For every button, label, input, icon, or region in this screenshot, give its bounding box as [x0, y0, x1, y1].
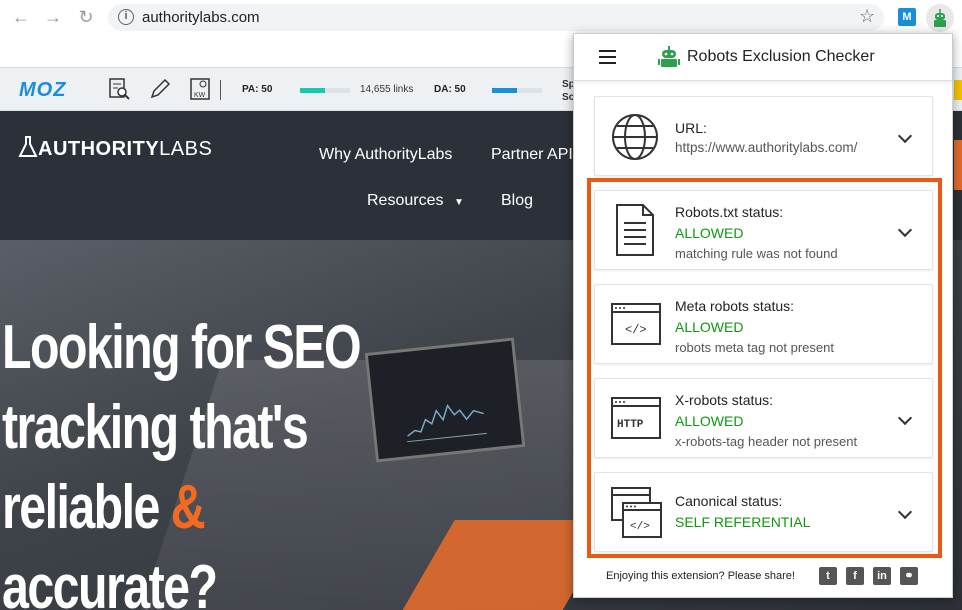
globe-icon [612, 114, 658, 160]
toolbar-divider [220, 80, 221, 100]
popup-title: Robots Exclusion Checker [687, 48, 875, 65]
page-analysis-icon[interactable] [107, 77, 131, 101]
hero-line-4: accurate? [2, 553, 218, 610]
canonical-title: Canonical status: [675, 493, 783, 509]
logo-bold-text: AUTHORITY [38, 138, 160, 160]
share-prompt: Enjoying this extension? Please share! [606, 570, 795, 582]
authoritylabs-logo[interactable]: AUTHORITYLABS [18, 136, 212, 161]
info-icon[interactable]: i [118, 9, 134, 25]
canonical-pages-icon: </> [611, 487, 662, 538]
x-robots-card[interactable]: HTTP X-robots status: ALLOWED x-robots-t… [594, 378, 933, 458]
chevron-down-icon[interactable] [897, 504, 913, 520]
facebook-icon[interactable]: f [846, 567, 864, 585]
hero-line-3: reliable & [2, 468, 470, 548]
hero-line-2: tracking that's [2, 393, 309, 462]
chevron-down-icon[interactable] [897, 410, 913, 426]
meta-robots-status: ALLOWED [675, 319, 744, 335]
x-robots-status: ALLOWED [675, 413, 744, 429]
caret-down-icon: ▼ [453, 197, 464, 208]
bookmark-star-icon[interactable]: ☆ [859, 6, 875, 27]
canonical-code-glyph: </> [630, 521, 650, 533]
flask-icon [18, 136, 38, 157]
forward-icon[interactable]: → [42, 6, 64, 28]
twitter-icon[interactable]: t [819, 567, 837, 585]
meta-robots-title: Meta robots status: [675, 298, 795, 314]
address-url[interactable]: authoritylabs.com [142, 9, 260, 26]
chevron-down-icon[interactable] [897, 222, 913, 238]
robot-logo-icon [658, 46, 680, 67]
url-card[interactable]: URL: https://www.authoritylabs.com/ [594, 96, 933, 176]
keyword-difficulty-icon[interactable]: KW [188, 77, 212, 101]
nav-resources[interactable]: Resources ▼ [367, 192, 464, 210]
nav-blog[interactable]: Blog [501, 192, 533, 210]
svg-text:KW: KW [194, 92, 206, 99]
robots-txt-status: ALLOWED [675, 225, 744, 241]
nav-resources-label: Resources [367, 192, 444, 209]
domain-authority-label: DA: 50 [434, 84, 466, 95]
x-robots-title: X-robots status: [675, 392, 774, 408]
hero-line-1: Looking for SEO [2, 313, 362, 382]
http-glyph: HTTP [617, 419, 644, 431]
robots-txt-title: Robots.txt status: [675, 204, 784, 220]
nav-why-authoritylabs[interactable]: Why AuthorityLabs [319, 146, 452, 164]
page-authority-label: PA: 50 [242, 84, 273, 95]
highlight-pencil-icon[interactable] [148, 77, 172, 101]
hero-ampersand: & [170, 473, 206, 542]
hero-line-3-text: reliable [2, 473, 171, 542]
mozbar-extension-icon[interactable]: M [898, 8, 916, 26]
links-count[interactable]: 14,655 links [360, 84, 413, 95]
popup-header: Robots Exclusion Checker [574, 34, 952, 81]
robots-txt-detail: matching rule was not found [675, 246, 838, 261]
reload-icon[interactable]: ↻ [75, 6, 97, 28]
back-icon[interactable]: ← [10, 6, 32, 28]
address-bar[interactable]: i authoritylabs.com [108, 4, 884, 31]
robots-extension-button[interactable] [926, 4, 954, 32]
url-card-value: https://www.authoritylabs.com/ [675, 140, 858, 155]
canonical-card[interactable]: </> Canonical status: SELF REFERENTIAL [594, 472, 933, 552]
logo-light-text: LABS [159, 138, 213, 160]
document-icon [616, 204, 654, 256]
share-footer: Enjoying this extension? Please share! t… [574, 564, 952, 594]
meta-robots-card[interactable]: </> Meta robots status: ALLOWED robots m… [594, 284, 933, 364]
robot-icon [934, 9, 946, 27]
link-icon[interactable]: ⚭ [900, 567, 918, 585]
canonical-status: SELF REFERENTIAL [675, 514, 811, 530]
meta-robots-detail: robots meta tag not present [675, 340, 834, 355]
page-authority-fill [300, 88, 325, 93]
chevron-down-icon[interactable] [897, 128, 913, 144]
hero-headline: Looking for SEO tracking that's reliable… [2, 308, 470, 610]
page-authority-bar [300, 88, 350, 93]
code-tag-glyph: </> [625, 323, 647, 337]
http-window-icon: HTTP [611, 397, 661, 439]
mozbar-yellow-tab[interactable] [954, 80, 962, 100]
x-robots-detail: x-robots-tag header not present [675, 434, 858, 449]
linkedin-icon[interactable]: in [873, 567, 891, 585]
code-window-icon: </> [611, 303, 661, 345]
robots-exclusion-popup: Robots Exclusion Checker URL: https://ww… [573, 33, 953, 598]
domain-authority-bar [492, 88, 542, 93]
robots-txt-card[interactable]: Robots.txt status: ALLOWED matching rule… [594, 190, 933, 270]
domain-authority-fill [492, 88, 517, 93]
cta-edge[interactable] [954, 140, 962, 190]
menu-icon[interactable] [599, 50, 616, 64]
moz-logo[interactable]: MOZ [19, 79, 66, 102]
url-card-title: URL: [675, 120, 707, 136]
nav-partner-api[interactable]: Partner API [491, 146, 573, 164]
